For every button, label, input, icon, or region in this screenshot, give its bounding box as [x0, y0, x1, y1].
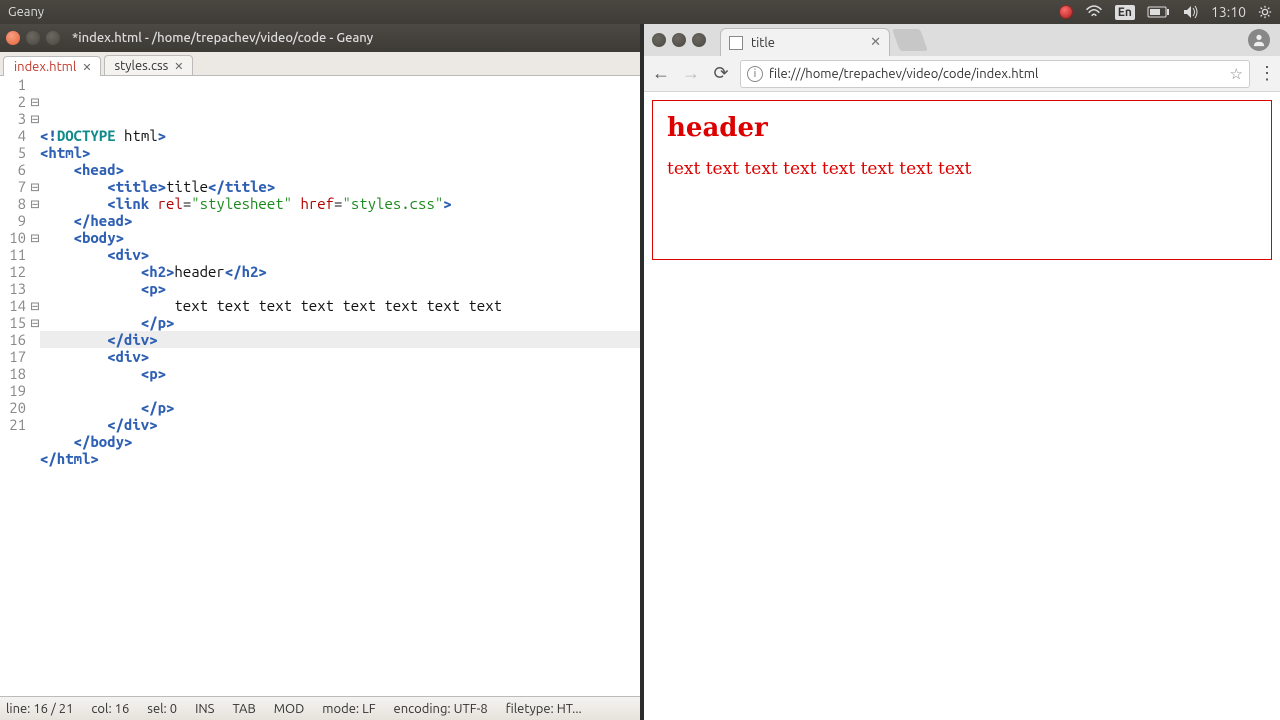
- code-area[interactable]: <!DOCTYPE html><html> <head> <title>titl…: [40, 76, 640, 696]
- window-close-icon[interactable]: [6, 31, 20, 45]
- wifi-icon[interactable]: [1085, 5, 1103, 19]
- tab-label: index.html: [14, 60, 76, 74]
- page-viewport[interactable]: header text text text text text text tex…: [644, 92, 1280, 720]
- status-encoding: encoding: UTF-8: [394, 702, 488, 716]
- rendered-box: header text text text text text text tex…: [652, 100, 1272, 260]
- battery-icon[interactable]: [1147, 6, 1171, 18]
- status-sel: sel: 0: [147, 702, 177, 716]
- tab-styles-css[interactable]: styles.css ✕: [104, 55, 193, 75]
- status-mode: mode: LF: [322, 702, 375, 716]
- url-text: file:///home/trepachev/video/code/index.…: [769, 67, 1038, 81]
- favicon-icon: [729, 36, 743, 50]
- window-minimize-icon[interactable]: [26, 31, 40, 45]
- line-number-gutter: 123456789101112131415161718192021: [0, 76, 30, 696]
- window-minimize-icon[interactable]: [672, 33, 686, 47]
- window-title: *index.html - /home/trepachev/video/code…: [72, 31, 373, 45]
- geany-window: *index.html - /home/trepachev/video/code…: [0, 24, 640, 720]
- system-menubar: Geany En 13:10: [0, 0, 1280, 24]
- reload-button[interactable]: ⟳: [710, 63, 732, 84]
- code-editor[interactable]: 123456789101112131415161718192021 ⊟⊟⊟⊟⊟⊟…: [0, 76, 640, 696]
- status-mod: MOD: [274, 702, 305, 716]
- status-bar: line: 16 / 21 col: 16 sel: 0 INS TAB MOD…: [0, 696, 640, 720]
- page-header: header: [667, 113, 1257, 143]
- fold-gutter[interactable]: ⊟⊟⊟⊟⊟⊟⊟: [30, 76, 40, 696]
- window-close-icon[interactable]: [652, 33, 666, 47]
- tab-index-html[interactable]: index.html ✕: [3, 56, 101, 76]
- browser-menu-icon[interactable]: ⋮: [1258, 63, 1274, 84]
- forward-button: →: [680, 63, 702, 84]
- page-paragraph: text text text text text text text text: [667, 159, 1257, 179]
- tab-close-icon[interactable]: ✕: [82, 61, 91, 74]
- clock[interactable]: 13:10: [1211, 4, 1246, 20]
- app-name: Geany: [8, 5, 44, 19]
- address-bar[interactable]: i file:///home/trepachev/video/code/inde…: [740, 60, 1250, 88]
- profile-icon[interactable]: [1248, 29, 1270, 51]
- back-button[interactable]: ←: [650, 63, 672, 84]
- window-maximize-icon[interactable]: [692, 33, 706, 47]
- geany-titlebar[interactable]: *index.html - /home/trepachev/video/code…: [0, 24, 640, 52]
- status-col: col: 16: [91, 702, 129, 716]
- record-icon[interactable]: [1059, 5, 1073, 19]
- site-info-icon[interactable]: i: [747, 66, 763, 82]
- tab-label: styles.css: [115, 59, 169, 73]
- tab-close-icon[interactable]: ✕: [870, 35, 881, 50]
- settings-gear-icon[interactable]: [1258, 5, 1272, 19]
- browser-toolbar: ← → ⟳ i file:///home/trepachev/video/cod…: [644, 56, 1280, 92]
- new-tab-button[interactable]: [892, 29, 928, 51]
- editor-tabs: index.html ✕ styles.css ✕: [0, 52, 640, 76]
- window-maximize-icon[interactable]: [46, 31, 60, 45]
- status-ins: INS: [195, 702, 214, 716]
- browser-window: title ✕ ← → ⟳ i file:///home/trepachev/v…: [644, 24, 1280, 720]
- tab-title: title: [751, 36, 775, 50]
- tab-close-icon[interactable]: ✕: [174, 60, 183, 73]
- language-indicator[interactable]: En: [1115, 5, 1135, 20]
- status-line: line: 16 / 21: [6, 702, 73, 716]
- status-filetype: filetype: HT...: [506, 702, 582, 716]
- browser-tabstrip: title ✕: [644, 24, 1280, 56]
- status-tab: TAB: [233, 702, 256, 716]
- volume-icon[interactable]: [1183, 5, 1199, 19]
- bookmark-star-icon[interactable]: ☆: [1230, 65, 1243, 83]
- browser-tab[interactable]: title ✕: [720, 28, 890, 56]
